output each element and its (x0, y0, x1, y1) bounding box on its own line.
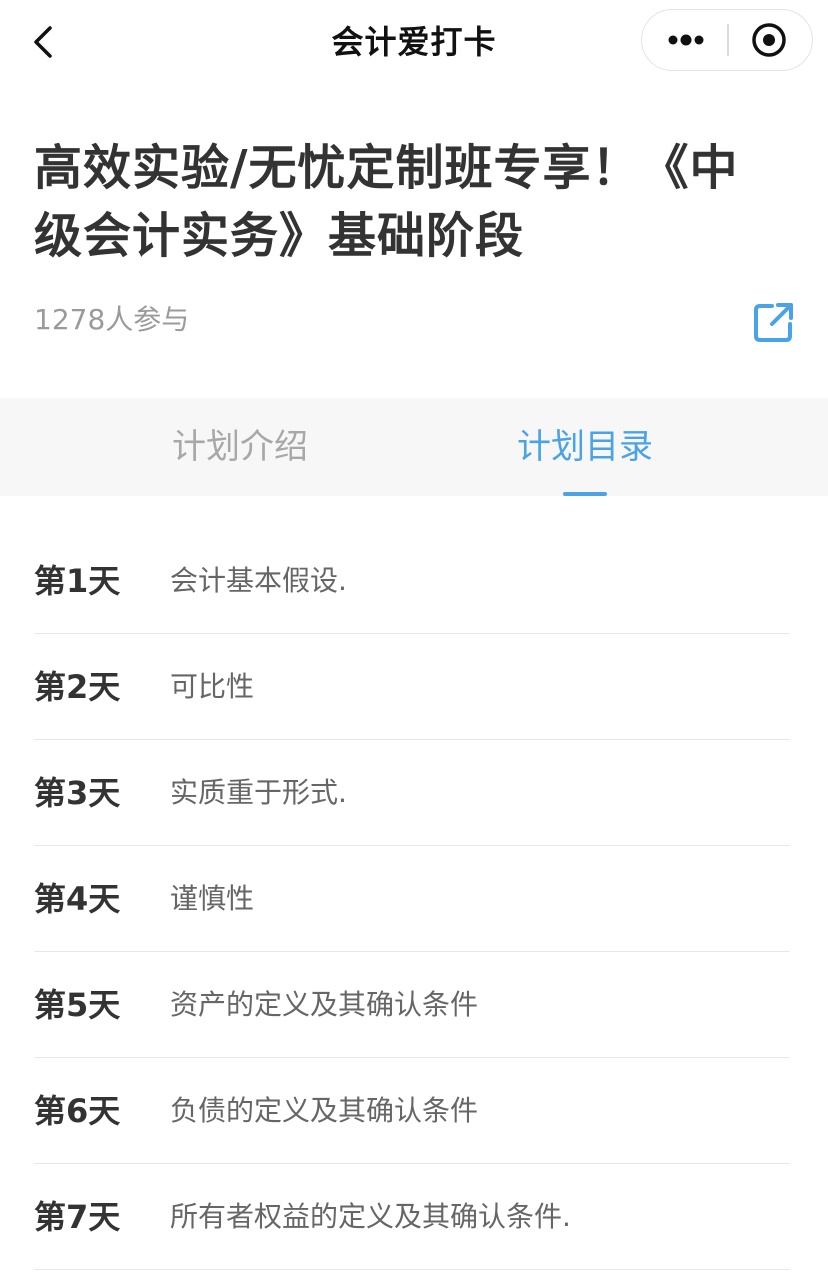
navigation-bar: 会计爱打卡 (0, 0, 828, 84)
more-button[interactable] (642, 10, 728, 69)
plan-page: 会计爱打卡 高效实验/无忧定制班专享！《中级会计实务》基础阶段 1278人参与 (0, 0, 828, 1279)
catalog-item[interactable]: 第3天 实质重于形式. (0, 740, 828, 846)
chevron-left-icon (34, 26, 52, 58)
catalog-day: 第6天 (34, 1092, 121, 1130)
catalog-list: 第1天 会计基本假设. 第2天 可比性 第3天 实质重于形式. 第4天 谨慎性 … (0, 528, 828, 1270)
catalog-topic: 会计基本假设. (170, 564, 347, 597)
tab-plan-intro[interactable]: 计划介绍 (90, 398, 390, 496)
share-button[interactable] (752, 300, 796, 344)
catalog-topic: 实质重于形式. (170, 776, 347, 809)
tab-plan-catalog[interactable]: 计划目录 (435, 398, 735, 496)
tab-plan-catalog-label: 计划目录 (517, 427, 653, 467)
catalog-item[interactable]: 第5天 资产的定义及其确认条件 (0, 952, 828, 1058)
catalog-item[interactable]: 第2天 可比性 (0, 634, 828, 740)
mini-program-capsule (641, 9, 813, 71)
plan-tabs: 计划介绍 计划目录 (0, 398, 828, 496)
catalog-topic: 谨慎性 (170, 882, 255, 915)
catalog-item[interactable]: 第1天 会计基本假设. (0, 528, 828, 634)
more-dots-icon (668, 34, 704, 46)
catalog-topic: 所有者权益的定义及其确认条件. (170, 1200, 571, 1233)
target-close-icon (752, 23, 786, 57)
catalog-day: 第3天 (34, 774, 121, 812)
catalog-item[interactable]: 第7天 所有者权益的定义及其确认条件. (0, 1164, 828, 1270)
catalog-day: 第2天 (34, 668, 121, 706)
catalog-day: 第5天 (34, 986, 121, 1024)
catalog-topic: 可比性 (170, 670, 255, 703)
catalog-item[interactable]: 第6天 负债的定义及其确认条件 (0, 1058, 828, 1164)
active-tab-indicator (563, 492, 607, 496)
catalog-day: 第4天 (34, 880, 121, 918)
participant-count: 1278人参与 (34, 303, 190, 336)
catalog-topic: 负债的定义及其确认条件 (170, 1094, 479, 1127)
row-divider (34, 1268, 790, 1270)
catalog-day: 第1天 (34, 562, 121, 600)
share-external-icon (754, 303, 793, 342)
plan-title: 高效实验/无忧定制班专享！《中级会计实务》基础阶段 (34, 140, 739, 264)
back-button[interactable] (22, 20, 66, 64)
catalog-item[interactable]: 第4天 谨慎性 (0, 846, 828, 952)
catalog-day: 第7天 (34, 1198, 121, 1236)
catalog-topic: 资产的定义及其确认条件 (170, 988, 479, 1021)
close-button[interactable] (729, 10, 812, 69)
